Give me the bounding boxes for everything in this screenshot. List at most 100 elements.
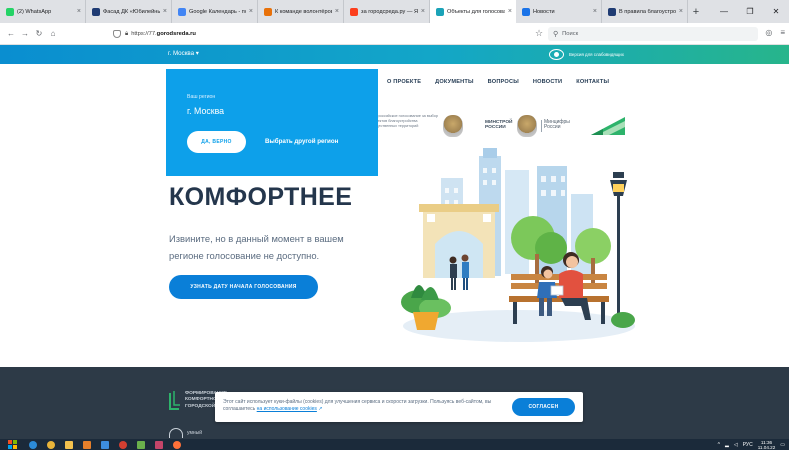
screen: (2) WhatsApp×Фасад ДК «Юбилейный» с×Goog… bbox=[0, 0, 789, 450]
menu-icon[interactable]: ≡ bbox=[780, 28, 785, 37]
region-popup-lead: Ваш регион bbox=[187, 94, 216, 100]
region-popup: Ваш регион г. Москва ДА, ВЕРНО Выбрать д… bbox=[166, 69, 378, 176]
address-bar[interactable]: 🔒︎ https://77.gorodsreda.ru bbox=[113, 27, 513, 41]
reload-icon[interactable]: ↻ bbox=[32, 29, 46, 38]
hero-message: Извините, но в данный момент в вашем рег… bbox=[169, 233, 344, 261]
nav-about[interactable]: О ПРОЕКТЕ bbox=[387, 79, 421, 85]
park-bench-illustration bbox=[401, 148, 635, 342]
comfort-city-logo-icon bbox=[169, 391, 180, 410]
tab-title: за городсреда.ру — Яндекс bbox=[361, 8, 418, 15]
external-link-icon: ↗ bbox=[316, 406, 323, 412]
tab-title: К команде волонтёров куд bbox=[275, 8, 332, 15]
hero-title: КОМФОРТНЕЕ bbox=[169, 183, 353, 211]
new-tab-button[interactable]: + bbox=[688, 0, 704, 23]
cookie-text: Этот сайт использует куки-файлы (cookies… bbox=[223, 399, 492, 412]
bookmark-star-icon[interactable]: ☆ bbox=[535, 28, 543, 39]
voting-date-button[interactable]: УЗНАТЬ ДАТУ НАЧАЛА ГОЛОСОВАНИЯ bbox=[169, 275, 318, 299]
confirm-region-button[interactable]: ДА, ВЕРНО bbox=[187, 131, 246, 153]
tab-close-icon[interactable]: × bbox=[163, 8, 167, 15]
app-icon[interactable] bbox=[78, 439, 96, 450]
notifications-icon[interactable]: ▭ bbox=[780, 442, 785, 448]
tab-title: В правила благоустройства bbox=[619, 8, 676, 15]
tracking-shield-icon[interactable] bbox=[113, 30, 121, 38]
tab-title: Фасад ДК «Юбилейный» с bbox=[103, 8, 160, 15]
region-popup-city: г. Москва bbox=[187, 106, 225, 116]
cookie-policy-link[interactable]: на использование cookies bbox=[257, 406, 317, 412]
tab-title: Google Календарь - понед bbox=[189, 8, 246, 15]
window-controls: — ❐ ✕ bbox=[711, 0, 789, 23]
browser-tab[interactable]: Фасад ДК «Юбилейный» с× bbox=[86, 0, 172, 23]
browser-tab[interactable]: Объекты для голосования× bbox=[430, 0, 516, 23]
minimize-icon[interactable]: — bbox=[711, 7, 737, 16]
browser-tab[interactable]: за городсреда.ру — Яндекс× bbox=[344, 0, 430, 23]
cookie-agree-button[interactable]: СОГЛАСЕН bbox=[512, 398, 575, 416]
partner-caption: Всероссийское голосование за выбор объек… bbox=[371, 114, 438, 128]
coat-of-arms-icon bbox=[517, 115, 537, 137]
edge-icon[interactable] bbox=[24, 439, 42, 450]
tab-title: (2) WhatsApp bbox=[17, 8, 52, 15]
browser-tab[interactable]: Новости × bbox=[516, 0, 602, 23]
nav-news[interactable]: НОВОСТИ bbox=[533, 79, 562, 85]
system-tray: ^ ▂ ◁ РУС 11:36 11.04.22 ▭ bbox=[718, 439, 785, 450]
language-indicator[interactable]: РУС bbox=[743, 442, 753, 448]
search-placeholder: Поиск bbox=[562, 31, 579, 37]
maximize-icon[interactable]: ❐ bbox=[737, 7, 763, 16]
minstroy-logo-text: МИНСТРОЙ РОССИИ bbox=[485, 120, 513, 131]
tab-favicon-icon bbox=[522, 7, 530, 16]
tab-favicon-icon bbox=[92, 7, 100, 16]
low-vision-link[interactable]: Версия для слабовидящих bbox=[549, 46, 624, 63]
tab-title: Объекты для голосования bbox=[447, 8, 505, 15]
tray-arrow-icon[interactable]: ^ bbox=[718, 442, 720, 448]
app-icon[interactable] bbox=[150, 439, 168, 450]
tab-close-icon[interactable]: × bbox=[593, 8, 597, 15]
explorer-icon[interactable] bbox=[60, 439, 78, 450]
tab-favicon-icon bbox=[350, 7, 358, 16]
choose-other-region-button[interactable]: Выбрать другой регион bbox=[265, 138, 338, 145]
home-icon[interactable]: ⌂ bbox=[46, 29, 60, 38]
browser-tab[interactable]: (2) WhatsApp × bbox=[0, 0, 86, 23]
chrome-icon[interactable] bbox=[42, 439, 60, 450]
nav-questions[interactable]: ВОПРОСЫ bbox=[488, 79, 519, 85]
coat-of-arms-icon bbox=[443, 115, 463, 137]
app-icon[interactable] bbox=[114, 439, 132, 450]
url-text: https://77.gorodsreda.ru bbox=[131, 31, 196, 37]
browser-tab[interactable]: В правила благоустройства× bbox=[602, 0, 688, 23]
browser-tab[interactable]: К команде волонтёров куд× bbox=[258, 0, 344, 23]
low-vision-label: Версия для слабовидящих bbox=[569, 51, 624, 57]
tab-favicon-icon bbox=[436, 7, 444, 16]
windows-start-icon[interactable] bbox=[0, 439, 24, 450]
close-window-icon[interactable]: ✕ bbox=[763, 7, 789, 16]
tab-close-icon[interactable]: × bbox=[421, 8, 425, 15]
tab-close-icon[interactable]: × bbox=[335, 8, 339, 15]
taskbar-clock[interactable]: 11:36 11.04.22 bbox=[758, 440, 776, 450]
mincifry-logo-text: Минцифры России bbox=[544, 119, 570, 131]
mail-icon[interactable] bbox=[96, 439, 114, 450]
tab-favicon-icon bbox=[608, 7, 616, 16]
browser-tab-strip: (2) WhatsApp×Фасад ДК «Юбилейный» с×Goog… bbox=[0, 0, 789, 23]
tab-close-icon[interactable]: × bbox=[679, 8, 683, 15]
account-icon[interactable]: ◎ bbox=[765, 28, 772, 37]
nav-contacts[interactable]: КОНТАКТЫ bbox=[576, 79, 609, 85]
browser-tab[interactable]: Google Календарь - понед× bbox=[172, 0, 258, 23]
back-icon[interactable]: ← bbox=[4, 29, 18, 38]
lock-icon[interactable]: 🔒︎ bbox=[125, 31, 128, 38]
tab-close-icon[interactable]: × bbox=[508, 8, 512, 15]
main-nav: О ПРОЕКТЕ ДОКУМЕНТЫ ВОПРОСЫ НОВОСТИ КОНТ… bbox=[387, 79, 609, 85]
search-input[interactable]: ⚲ Поиск bbox=[548, 27, 758, 41]
eye-icon bbox=[549, 49, 564, 60]
tab-close-icon[interactable]: × bbox=[77, 8, 81, 15]
tab-close-icon[interactable]: × bbox=[249, 8, 253, 15]
toolbar-right: ◎ ≡ bbox=[765, 28, 785, 37]
network-icon[interactable]: ▂ bbox=[725, 442, 729, 448]
app-icon[interactable] bbox=[132, 439, 150, 450]
forward-icon[interactable]: → bbox=[18, 29, 32, 38]
region-selector[interactable]: г. Москва ▾ bbox=[168, 50, 199, 57]
tab-favicon-icon bbox=[264, 7, 272, 16]
nav-documents[interactable]: ДОКУМЕНТЫ bbox=[435, 79, 474, 85]
logo-divider bbox=[541, 120, 542, 132]
firefox-icon[interactable] bbox=[168, 439, 186, 450]
tab-title: Новости bbox=[533, 8, 555, 15]
browser-toolbar: ← → ↻ ⌂ 🔒︎ https://77.gorodsreda.ru ☆ ⚲ … bbox=[0, 23, 789, 45]
volume-icon[interactable]: ◁ bbox=[734, 442, 738, 448]
dom-rf-logo-icon bbox=[591, 117, 625, 135]
